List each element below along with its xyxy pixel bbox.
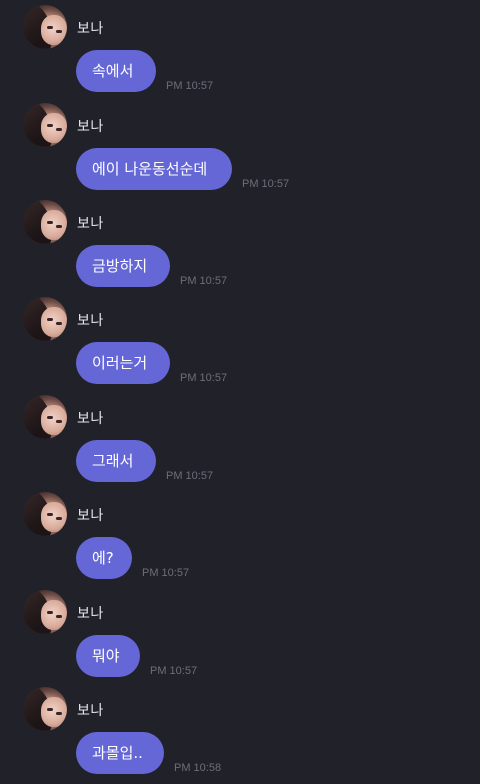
message-timestamp: PM 10:57: [180, 275, 228, 287]
message-bubble[interactable]: 에?: [76, 537, 132, 579]
message-bubble[interactable]: 이러는거: [76, 342, 170, 384]
avatar-eye: [56, 30, 62, 33]
sender-name: 보나: [77, 216, 104, 232]
avatar-eye: [56, 225, 62, 228]
avatar-eye: [56, 322, 62, 325]
message-timestamp: PM 10:57: [242, 178, 290, 190]
message-row: 보나에? PM 10:57: [0, 492, 480, 589]
message-timestamp: PM 10:57: [166, 470, 214, 482]
avatar[interactable]: [23, 297, 67, 341]
message-timestamp: PM 10:57: [150, 665, 198, 677]
avatar-face: [41, 697, 67, 727]
message-row: 보나이러는거 PM 10:57: [0, 297, 480, 394]
sender-name: 보나: [77, 411, 104, 427]
avatar-eye: [47, 708, 53, 711]
avatar-eye: [56, 517, 62, 520]
avatar-face: [41, 307, 67, 337]
avatar-face: [41, 15, 67, 45]
avatar-eye: [47, 416, 53, 419]
sender-name: 보나: [77, 313, 104, 329]
avatar-face: [41, 600, 67, 630]
sender-name: 보나: [77, 119, 104, 135]
message-bubble[interactable]: 뭐야: [76, 635, 140, 677]
avatar-face: [41, 502, 67, 532]
avatar-face: [41, 405, 67, 435]
message-row: 보나속에서 PM 10:57: [0, 5, 480, 102]
message-timestamp: PM 10:57: [166, 80, 214, 92]
message-row: 보나금방하지 PM 10:57: [0, 200, 480, 297]
message-timestamp: PM 10:58: [174, 762, 222, 774]
chat-view[interactable]: 보나 속에서 PM 10:57 보나 에이 나운동선순데 PM 10:57 보나 금방하지 PM…: [0, 0, 480, 779]
avatar-eye: [56, 712, 62, 715]
message-timestamp: PM 10:57: [142, 567, 190, 579]
avatar-eye: [47, 513, 53, 516]
avatar[interactable]: [23, 492, 67, 536]
sender-name: 보나: [77, 606, 104, 622]
message-bubble[interactable]: 그래서: [76, 440, 156, 482]
avatar-eye: [47, 124, 53, 127]
avatar-eye: [56, 615, 62, 618]
avatar[interactable]: [23, 103, 67, 147]
avatar-eye: [56, 420, 62, 423]
sender-name: 보나: [77, 508, 104, 524]
message-bubble[interactable]: 속에서: [76, 50, 156, 92]
avatar-face: [41, 210, 67, 240]
sender-name: 보나: [77, 703, 104, 719]
message-row: 보나그래서 PM 10:57: [0, 395, 480, 492]
message-bubble[interactable]: 에이 나운동선순데: [76, 148, 232, 190]
avatar-eye: [47, 221, 53, 224]
avatar[interactable]: [23, 200, 67, 244]
message-bubble[interactable]: 금방하지: [76, 245, 170, 287]
avatar[interactable]: [23, 590, 67, 634]
avatar-eye: [47, 318, 53, 321]
avatar-eye: [47, 26, 53, 29]
avatar[interactable]: [23, 5, 67, 49]
avatar-face: [41, 113, 67, 143]
message-timestamp: PM 10:57: [180, 372, 228, 384]
message-bubble[interactable]: 과몰입..: [76, 732, 164, 774]
avatar-eye: [56, 128, 62, 131]
avatar[interactable]: [23, 687, 67, 731]
message-row: 보나과몰입.. PM 10:58: [0, 687, 480, 784]
sender-name: 보나: [77, 21, 104, 37]
message-row: 보나에이 나운동선순데 PM 10:57: [0, 103, 480, 200]
avatar[interactable]: [23, 395, 67, 439]
avatar-eye: [47, 611, 53, 614]
message-row: 보나뭐야 PM 10:57: [0, 590, 480, 687]
